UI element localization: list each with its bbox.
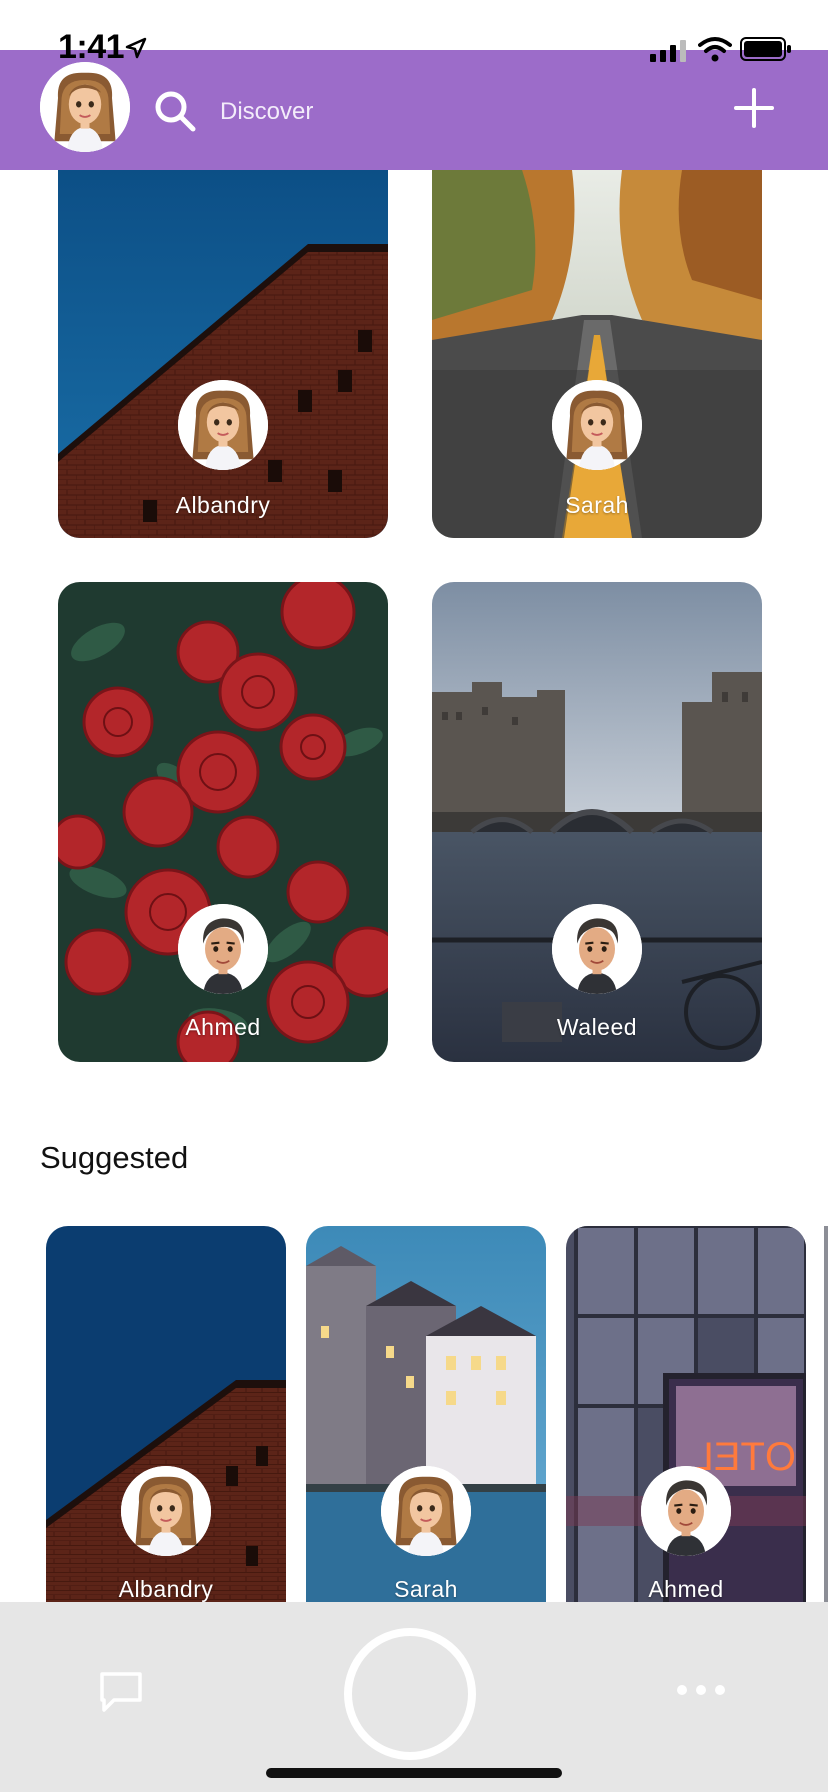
chat-icon[interactable] [98,1668,144,1714]
card-username: Albandry [175,492,271,518]
capture-button[interactable] [344,1628,476,1760]
user-avatar [178,380,268,470]
card-photo [46,1226,286,1624]
more-icon[interactable] [676,1684,726,1696]
suggested-card[interactable]: Albandry [46,1226,286,1624]
card-username: Waleed [556,1014,638,1040]
card-username: Albandry [118,1576,214,1602]
user-avatar [121,1466,211,1556]
app-header: Discover [0,50,828,170]
search-placeholder[interactable]: Discover [220,98,313,126]
feed-card[interactable]: Waleed [432,582,762,1062]
card-photo [58,170,388,538]
card-photo [432,170,762,538]
card-username: Ahmed [185,1014,261,1040]
user-avatar [641,1466,731,1556]
feed-card[interactable]: Sarah [432,170,762,538]
suggested-card[interactable]: Sarah [306,1226,546,1624]
profile-avatar[interactable] [40,62,130,152]
feed-card[interactable]: Ahmed [58,582,388,1062]
plus-icon[interactable] [734,88,774,128]
battery-icon [740,37,791,61]
location-arrow-icon [125,37,147,59]
user-avatar [552,904,642,994]
status-bar: 1:41 [0,0,828,66]
card-username: Ahmed [648,1576,724,1602]
cellular-signal-icon [650,40,686,62]
card-photo [306,1226,546,1624]
bottom-toolbar [0,1602,828,1792]
user-avatar [552,380,642,470]
card-username: Sarah [565,492,629,518]
home-indicator[interactable] [266,1768,562,1778]
status-time: 1:41 [58,28,125,66]
card-username: Sarah [394,1576,458,1602]
card-photo: OTEL [566,1226,806,1624]
suggested-section-title: Suggested [40,1140,189,1175]
user-avatar [178,904,268,994]
suggested-card-partial[interactable] [824,1226,828,1624]
wifi-icon [698,37,732,62]
user-avatar [381,1466,471,1556]
feed-card[interactable]: Albandry [58,170,388,538]
search-icon[interactable] [154,90,196,132]
suggested-card[interactable]: OTEL Ahmed [566,1226,806,1624]
